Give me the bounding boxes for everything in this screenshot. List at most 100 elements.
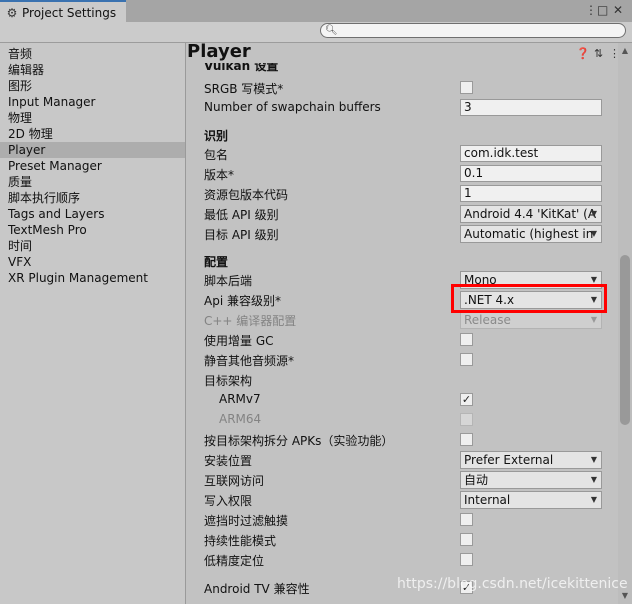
toolbar: 🔍︎ [0, 22, 632, 43]
arm64-row: ARM64 [187, 410, 618, 430]
sustained-performance-label: 持续性能模式 [204, 534, 277, 548]
low-accuracy-location-checkbox[interactable] [460, 553, 473, 566]
write-permission-row: 写入权限 Internal ▼ [187, 490, 618, 510]
mute-audio-checkbox[interactable] [460, 353, 473, 366]
help-icon[interactable]: ❓ [576, 47, 590, 60]
arm64-checkbox [460, 413, 473, 426]
target-arch-row: 目标架构 [187, 370, 618, 390]
incremental-gc-checkbox[interactable] [460, 333, 473, 346]
cpp-config-label: C++ 编译器配置 [204, 314, 297, 328]
more-options-icon[interactable]: ⋮ [585, 3, 597, 17]
chevron-down-icon: ▼ [590, 495, 597, 504]
next-row-partial [204, 596, 404, 604]
tab-title: Project Settings [22, 5, 117, 20]
install-location-value: Prefer External [464, 453, 554, 467]
section-header-identification: 识别 [204, 129, 229, 143]
sidebar-item-audio[interactable]: 音频 [0, 46, 185, 62]
search-icon: 🔍︎ [325, 25, 338, 36]
split-apk-row: 按目标架构拆分 APKs（实验功能） [187, 430, 618, 450]
arm64-label: ARM64 [219, 412, 262, 426]
chevron-down-icon: ▼ [590, 229, 597, 238]
sidebar-item-physics-2d[interactable]: 2D 物理 [0, 126, 185, 142]
bundle-code-field[interactable]: 1 [460, 185, 602, 202]
chevron-down-icon: ▼ [590, 475, 597, 484]
sidebar-item-editor[interactable]: 编辑器 [0, 62, 185, 78]
sidebar-item-player[interactable]: Player [0, 142, 185, 158]
target-api-dropdown[interactable]: Automatic (highest in ▼ [460, 225, 602, 243]
swapchain-row: Number of swapchain buffers 3 [187, 98, 618, 118]
sidebar-item-graphics[interactable]: 图形 [0, 78, 185, 94]
scrollbar-thumb[interactable] [620, 255, 630, 425]
sidebar-item-textmesh-pro[interactable]: TextMesh Pro [0, 222, 185, 238]
min-api-row: 最低 API 级别 Android 4.4 'KitKat' (A ▼ [187, 204, 618, 224]
write-permission-dropdown[interactable]: Internal ▼ [460, 491, 602, 509]
sidebar-item-time[interactable]: 时间 [0, 238, 185, 254]
version-label: 版本* [204, 168, 235, 182]
version-field[interactable]: 0.1 [460, 165, 602, 182]
incremental-gc-label: 使用增量 GC [204, 334, 274, 348]
min-api-dropdown[interactable]: Android 4.4 'KitKat' (A ▼ [460, 205, 602, 223]
write-permission-value: Internal [464, 493, 511, 507]
srgb-write-checkbox[interactable] [460, 81, 473, 94]
srgb-write-row: SRGB 写模式* [187, 78, 618, 98]
install-location-row: 安装位置 Prefer External ▼ [187, 450, 618, 470]
scroll-up-icon[interactable]: ▲ [618, 45, 632, 57]
internet-access-label: 互联网访问 [204, 474, 265, 488]
gear-icon: ⚙ [6, 5, 18, 20]
sidebar-item-preset-manager[interactable]: Preset Manager [0, 158, 185, 174]
bundle-code-label: 资源包版本代码 [204, 188, 289, 202]
maximize-icon[interactable]: □ [597, 3, 608, 17]
target-api-label: 目标 API 级别 [204, 228, 279, 242]
filter-touches-checkbox[interactable] [460, 513, 473, 526]
sidebar-item-script-execution-order[interactable]: 脚本执行顺序 [0, 190, 185, 206]
sidebar-item-tags-and-layers[interactable]: Tags and Layers [0, 206, 185, 222]
min-api-value: Android 4.4 'KitKat' (A [464, 207, 597, 221]
search-input[interactable]: 🔍︎ [320, 23, 626, 38]
internet-access-dropdown[interactable]: 自动 ▼ [460, 471, 602, 489]
install-location-dropdown[interactable]: Prefer External ▼ [460, 451, 602, 469]
filter-touches-label: 遮挡时过滤触摸 [204, 514, 289, 528]
swapchain-label: Number of swapchain buffers [204, 100, 381, 114]
scripting-backend-label: 脚本后端 [204, 274, 253, 288]
chevron-down-icon: ▼ [590, 455, 597, 464]
vertical-scrollbar[interactable]: ▲ ▼ [618, 43, 632, 604]
install-location-label: 安装位置 [204, 454, 253, 468]
package-name-row: 包名 com.idk.test [187, 144, 618, 164]
section-header-configuration: 配置 [204, 255, 229, 269]
tab-project-settings[interactable]: ⚙ Project Settings [0, 0, 126, 23]
sidebar: 音频 编辑器 图形 Input Manager 物理 2D 物理 Player … [0, 43, 186, 604]
min-api-label: 最低 API 级别 [204, 208, 279, 222]
mute-audio-row: 静音其他音频源* [187, 350, 618, 370]
filter-touches-row: 遮挡时过滤触摸 [187, 510, 618, 530]
sidebar-item-quality[interactable]: 质量 [0, 174, 185, 190]
mute-audio-label: 静音其他音频源* [204, 354, 295, 368]
split-apk-checkbox[interactable] [460, 433, 473, 446]
low-accuracy-location-row: 低精度定位 [187, 550, 618, 570]
target-arch-label: 目标架构 [204, 374, 253, 388]
cpp-config-dropdown: Release ▼ [460, 311, 602, 329]
swapchain-field[interactable]: 3 [460, 99, 602, 116]
package-name-label: 包名 [204, 148, 229, 162]
api-compat-label: Api 兼容级别* [204, 294, 281, 308]
cpp-config-value: Release [464, 313, 511, 327]
annotation-highlight [451, 284, 607, 313]
sidebar-item-physics[interactable]: 物理 [0, 110, 185, 126]
title-bar: ⚙ Project Settings ⋮ □ ✕ [0, 0, 632, 23]
target-api-value: Automatic (highest in [464, 227, 594, 241]
sustained-performance-checkbox[interactable] [460, 533, 473, 546]
sustained-performance-row: 持续性能模式 [187, 530, 618, 550]
armv7-checkbox[interactable]: ✓ [460, 393, 473, 406]
section-header-vulkan: Vulkan 设置 [204, 63, 279, 73]
chevron-down-icon: ▼ [590, 209, 597, 218]
close-icon[interactable]: ✕ [613, 3, 623, 17]
sidebar-item-xr-plugin-management[interactable]: XR Plugin Management [0, 270, 185, 286]
bundle-code-row: 资源包版本代码 1 [187, 184, 618, 204]
chevron-down-icon: ▼ [590, 315, 597, 324]
sidebar-item-input-manager[interactable]: Input Manager [0, 94, 185, 110]
low-accuracy-location-label: 低精度定位 [204, 554, 265, 568]
preset-icon[interactable]: ⇅ [594, 47, 603, 60]
more-options-icon[interactable]: ⋮ [609, 47, 618, 60]
package-name-field[interactable]: com.idk.test [460, 145, 602, 162]
sidebar-item-vfx[interactable]: VFX [0, 254, 185, 270]
panel-header: Player ❓ ⇅ ⋮ [187, 43, 618, 63]
